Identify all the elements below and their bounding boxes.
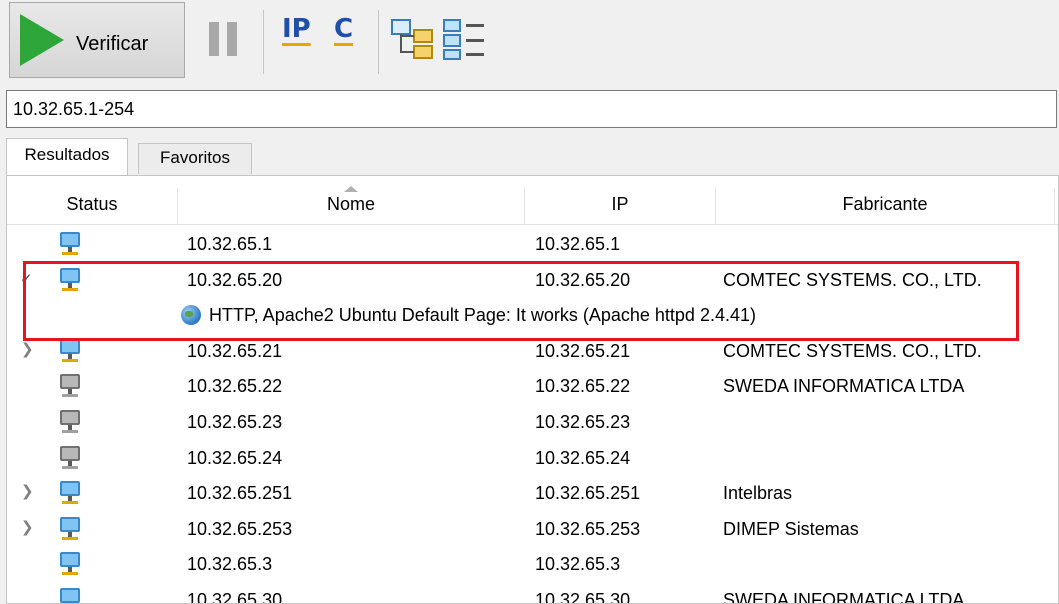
vendor-cell: SWEDA INFORMATICA LTDA [723, 376, 965, 396]
expand-chevron-icon[interactable]: ❯ [21, 475, 34, 509]
host-status-icon [59, 552, 81, 580]
ip-cell: 10.32.65.24 [535, 448, 631, 468]
table-row[interactable]: 10.32.65.22 10.32.65.22 SWEDA INFORMATICA … [7, 368, 1058, 404]
collapse-chevron-icon[interactable]: ✓ [20, 262, 33, 298]
ip-cell: 10.32.65.251 [535, 483, 641, 503]
table-row[interactable]: 10.32.65.23 10.32.65.23 [7, 404, 1058, 440]
host-status-icon [59, 517, 81, 545]
table-row[interactable]: ❯ 10.32.65.251 10.32.65.251 Intelbras [7, 475, 1058, 511]
column-header-status[interactable]: Status [7, 182, 177, 224]
host-name-cell: 10.32.65.22 [187, 376, 283, 396]
table-row[interactable]: ❯ 10.32.65.21 10.32.65.21 COMTEC SYSTEMS. C… [7, 333, 1058, 369]
table-row[interactable]: ✓ 10.32.65.20 10.32.65.20 COMTEC SYSTEMS. C… [7, 262, 1058, 298]
toolbar-divider [263, 10, 264, 74]
column-divider [1054, 188, 1055, 224]
vendor-cell: COMTEC SYSTEMS. CO., LTD. [723, 270, 982, 290]
ip-cell: 10.32.65.20 [535, 270, 631, 290]
vendor-cell: SWEDA INFORMATICA LTDA [723, 590, 965, 604]
host-name-cell: 10.32.65.3 [187, 554, 273, 574]
host-name-cell: 10.32.65.1 [187, 234, 273, 254]
table-row[interactable]: ❯ 10.32.65.253 10.32.65.253 DIMEP Sistemas [7, 511, 1058, 547]
ip-settings-button[interactable]: IP [282, 14, 311, 44]
pause-icon-bar [209, 22, 219, 56]
service-detail-row[interactable]: HTTP, Apache2 Ubuntu Default Page: It wo… [7, 297, 1058, 333]
pause-icon-bar [227, 22, 237, 56]
host-status-icon [59, 374, 81, 402]
ip-cell: 10.32.65.21 [535, 341, 631, 361]
expand-chevron-icon[interactable]: ❯ [21, 511, 34, 545]
results-table: Status Nome IP Fabricante 10.32.65.1 10.3… [6, 175, 1059, 604]
list-view-icon[interactable] [442, 16, 488, 62]
column-header-name[interactable]: Nome [178, 182, 524, 224]
host-status-icon [59, 339, 81, 367]
host-status-icon [59, 268, 81, 296]
host-name-cell: 10.32.65.23 [187, 412, 283, 432]
host-status-icon [59, 410, 81, 438]
host-name-cell: 10.32.65.251 [187, 483, 293, 503]
ip-cell: 10.32.65.3 [535, 554, 621, 574]
ip-cell: 10.32.65.1 [535, 234, 621, 254]
play-icon [20, 14, 64, 66]
column-header-ip[interactable]: IP [525, 182, 715, 224]
ip-cell: 10.32.65.23 [535, 412, 631, 432]
table-row[interactable]: 10.32.65.1 10.32.65.1 [7, 226, 1058, 262]
service-info: HTTP, Apache2 Ubuntu Default Page: It wo… [181, 297, 756, 333]
host-name-cell: 10.32.65.20 [187, 270, 283, 290]
host-name-cell: 10.32.65.21 [187, 341, 283, 361]
globe-icon [181, 305, 201, 325]
vendor-cell: Intelbras [723, 483, 793, 503]
ip-range-input[interactable]: 10.32.65.1-254 [6, 90, 1057, 128]
toolbar: Verificar IP C [0, 0, 1059, 86]
toolbar-divider [378, 10, 379, 74]
host-name-cell: 10.32.65.253 [187, 519, 293, 539]
tab-favorites[interactable]: Favoritos [138, 143, 252, 174]
host-status-icon [59, 232, 81, 260]
scan-button-label: Verificar [76, 33, 149, 55]
table-row[interactable]: 10.32.65.24 10.32.65.24 [7, 440, 1058, 476]
vendor-cell: DIMEP Sistemas [723, 519, 859, 539]
table-header: Status Nome IP Fabricante [7, 182, 1058, 225]
vendor-cell: COMTEC SYSTEMS. CO., LTD. [723, 341, 982, 361]
pause-button[interactable] [209, 22, 239, 56]
scan-button[interactable]: Verificar [9, 2, 185, 78]
ip-cell: 10.32.65.253 [535, 519, 641, 539]
expand-chevron-icon[interactable]: ❯ [21, 333, 34, 367]
host-status-icon [59, 588, 81, 603]
host-name-cell: 10.32.65.30 [187, 590, 283, 604]
table-row[interactable]: 10.32.65.30 10.32.65.30 SWEDA INFORMATICA … [7, 582, 1058, 604]
service-text: HTTP, Apache2 Ubuntu Default Page: It wo… [209, 305, 756, 325]
ip-cell: 10.32.65.22 [535, 376, 631, 396]
c-settings-button[interactable]: C [334, 14, 353, 44]
tree-view-icon[interactable] [390, 16, 436, 62]
column-header-vendor[interactable]: Fabricante [716, 182, 1054, 224]
host-name-cell: 10.32.65.24 [187, 448, 283, 468]
table-row[interactable]: 10.32.65.3 10.32.65.3 [7, 546, 1058, 582]
host-status-icon [59, 481, 81, 509]
host-status-icon [59, 446, 81, 474]
ip-cell: 10.32.65.30 [535, 590, 631, 604]
tab-results[interactable]: Resultados [6, 138, 128, 175]
